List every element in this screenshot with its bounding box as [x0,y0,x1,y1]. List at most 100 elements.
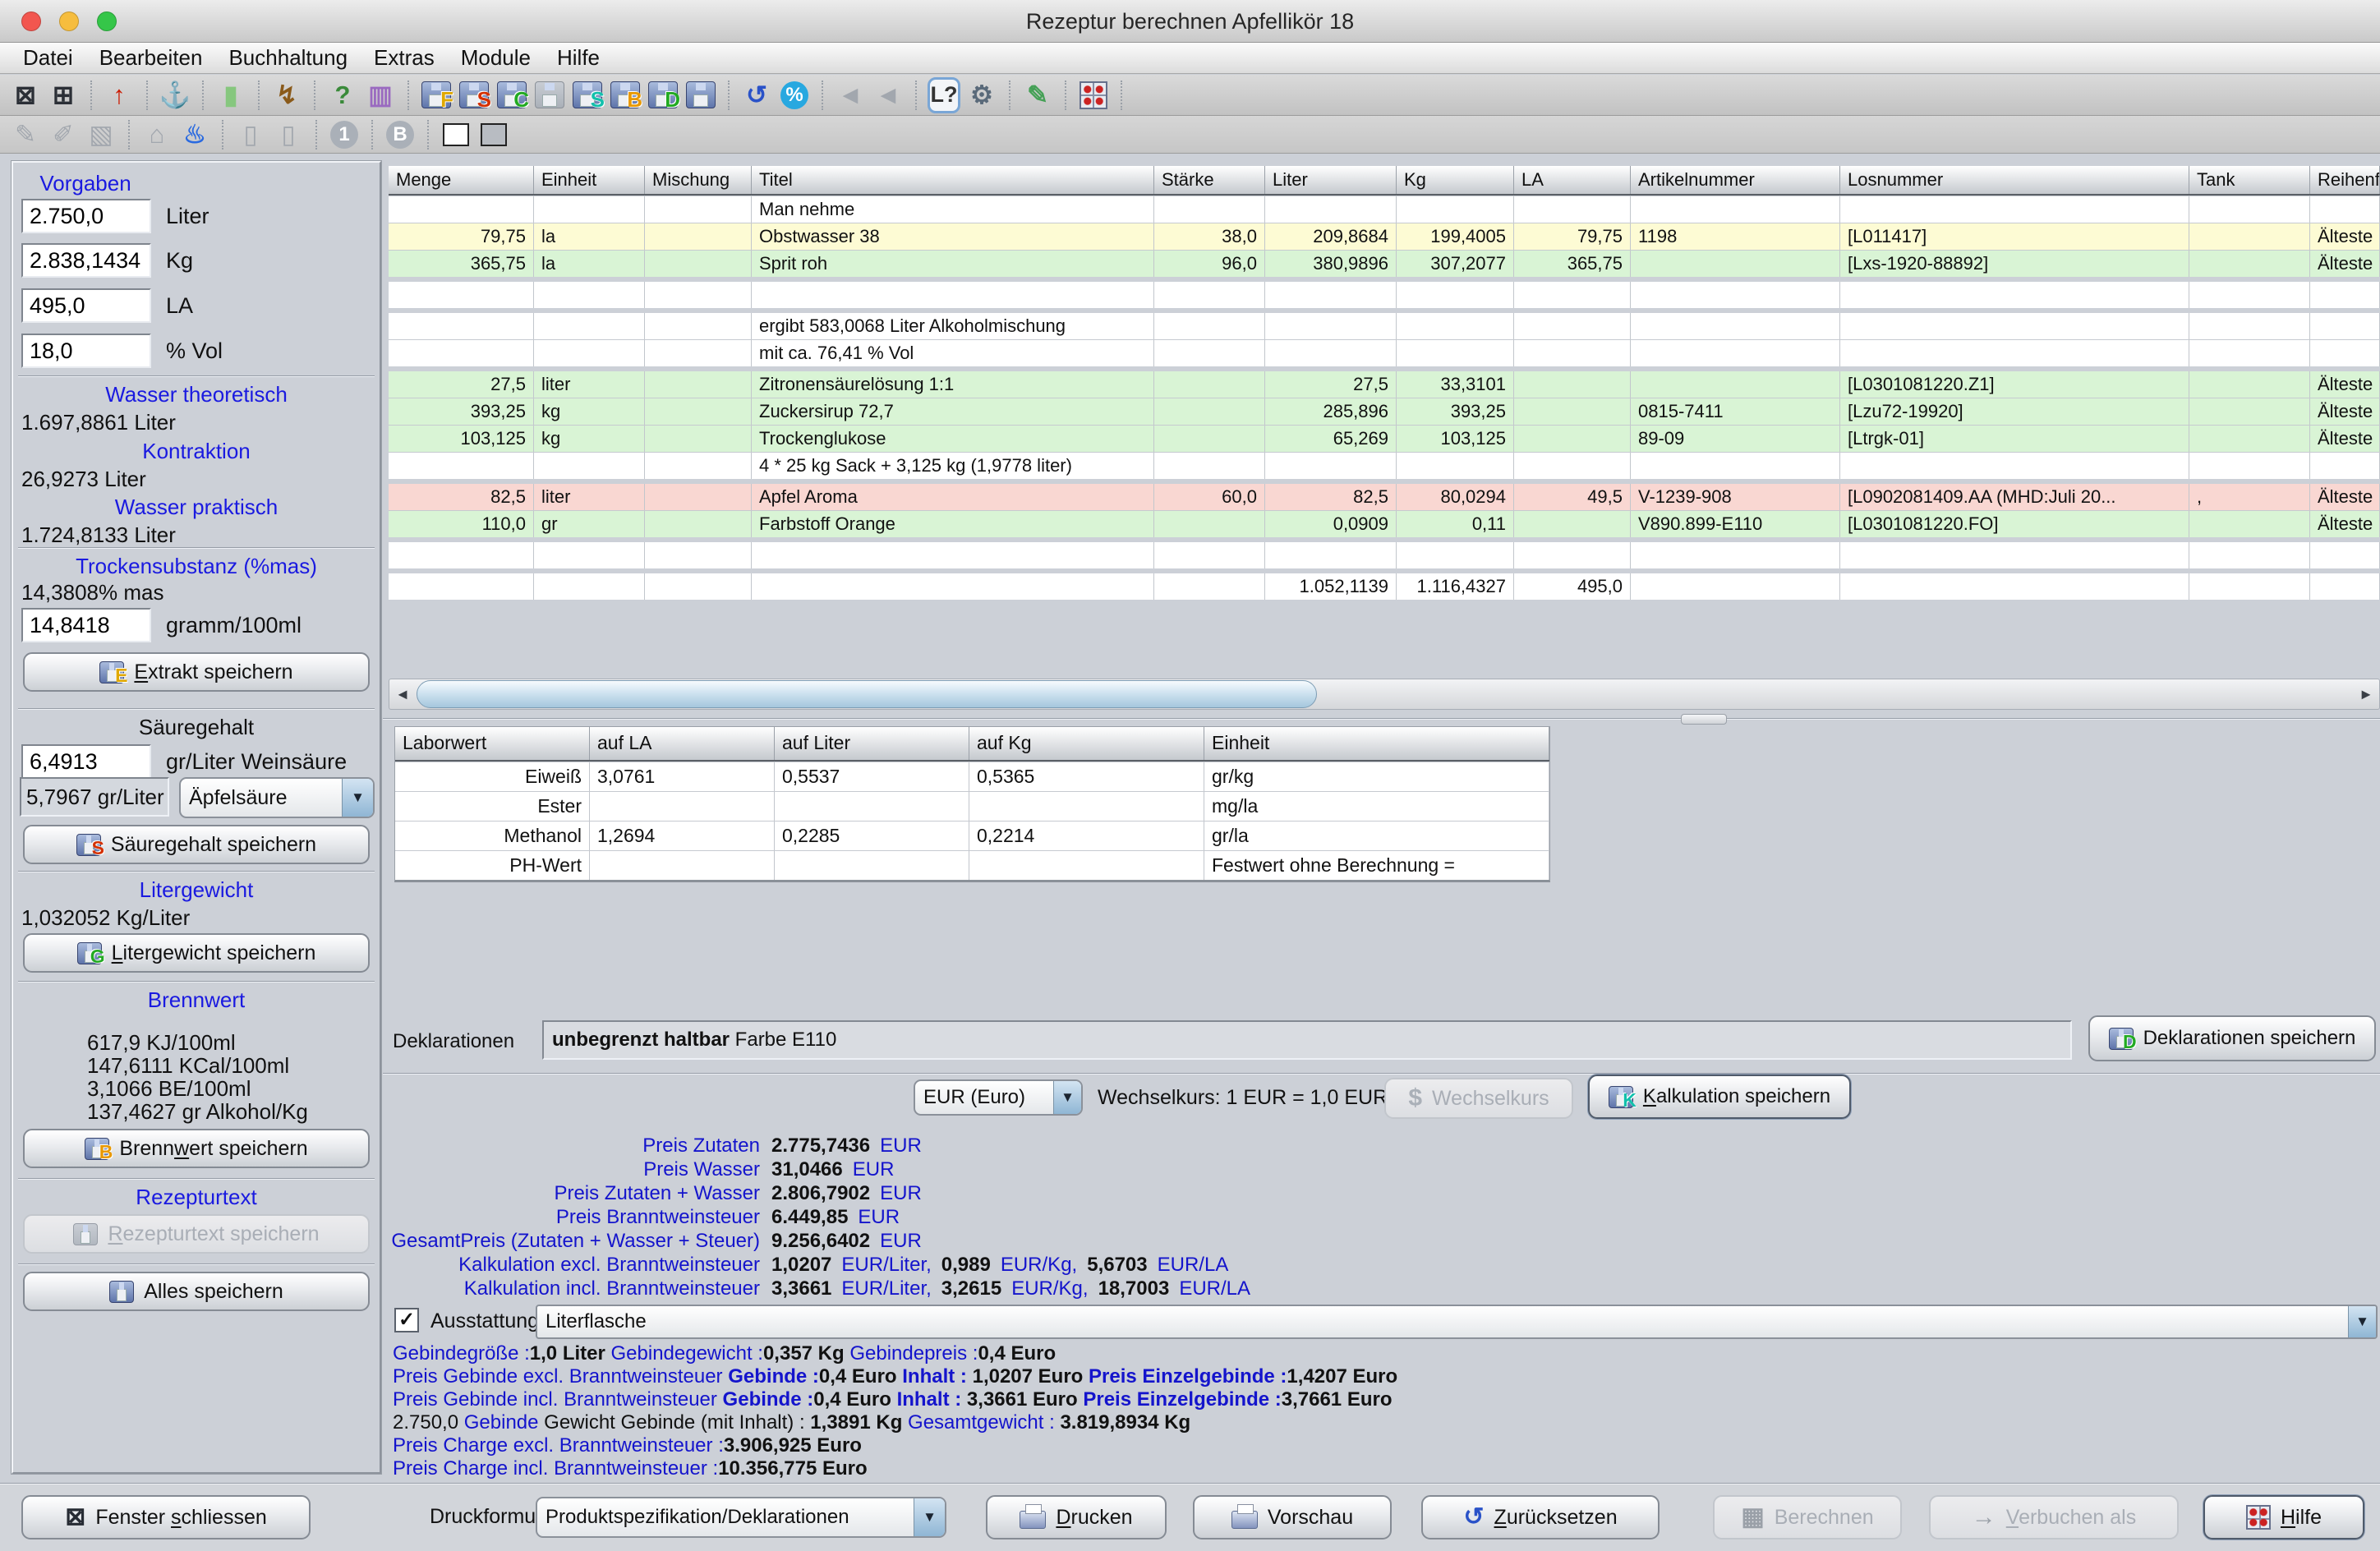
table-cell[interactable]: 110,0 [389,511,534,537]
drucken-button[interactable]: Drucken [986,1495,1167,1539]
table-cell[interactable] [1514,313,1631,339]
pencil-icon[interactable]: ✎ [7,117,44,152]
table-cell[interactable] [1265,196,1397,223]
table-cell[interactable] [2189,398,2310,425]
table-cell[interactable] [1154,511,1265,537]
table-cell[interactable] [1397,542,1514,568]
white-swatch-icon[interactable] [437,117,475,152]
table-cell[interactable]: 80,0294 [1397,484,1514,510]
table-cell[interactable] [969,851,1204,880]
factory-icon[interactable]: ⌂ [138,117,176,152]
table-cell[interactable]: 33,3101 [1397,371,1514,398]
table-cell[interactable]: [L0902081409.AA (MHD:Juli 20... [1840,484,2189,510]
table-cell[interactable] [1397,282,1514,308]
table-cell[interactable]: 49,5 [1514,484,1631,510]
circle-b-icon[interactable]: B [381,117,419,152]
table-cell[interactable] [1840,573,2189,600]
table-cell[interactable] [645,484,752,510]
table-row[interactable]: 82,5literApfel Aroma60,082,580,029449,5V… [389,479,2380,510]
table-cell[interactable] [1154,542,1265,568]
ausstattung-checkbox[interactable]: ✓ [394,1308,419,1332]
table-cell[interactable]: 393,25 [389,398,534,425]
table-cell[interactable] [1154,453,1265,479]
water-flame-icon[interactable]: ♨ [176,117,214,152]
column-header[interactable]: Mischung [645,166,752,194]
currency-select[interactable]: EUR (Euro) ▼ [914,1079,1083,1116]
weinsaeure-input[interactable] [21,744,151,779]
litergewicht-speichern-button[interactable]: G Litergewicht speichern [23,933,370,973]
import-arrow-icon[interactable]: ↑ [100,78,138,113]
table-cell[interactable]: Man nehme [752,196,1154,223]
save-c-green-icon[interactable]: C [493,78,531,113]
table-row[interactable]: Estermg/la [395,791,1549,821]
table-cell[interactable] [645,340,752,366]
save-s-red-icon[interactable]: S [455,78,493,113]
table-cell[interactable] [1631,573,1840,600]
pen-icon[interactable]: ✐ [44,117,82,152]
table-cell[interactable] [1514,196,1631,223]
table-row[interactable]: 27,5literZitronensäurelösung 1:127,533,3… [389,366,2380,398]
table-cell[interactable] [752,573,1154,600]
table-cell[interactable] [1154,371,1265,398]
test-tubes-icon[interactable]: ▥ [361,78,399,113]
table-cell[interactable]: 27,5 [389,371,534,398]
table-cell[interactable] [2310,340,2380,366]
column-header[interactable]: Einheit [534,166,645,194]
table-cell[interactable]: 365,75 [389,251,534,277]
table-cell[interactable]: mit ca. 76,41 % Vol [752,340,1154,366]
table-row[interactable]: 393,25kgZuckersirup 72,7285,896393,25081… [389,398,2380,425]
table-cell[interactable] [389,196,534,223]
barrel2-icon[interactable]: ▯ [269,117,307,152]
table-cell[interactable]: 1.116,4327 [1397,573,1514,600]
table-cell[interactable] [1840,453,2189,479]
table-cell[interactable]: Eiweiß [395,762,590,791]
table-cell[interactable] [389,340,534,366]
kalkulation-speichern-button[interactable]: K Kalkulation speichern [1588,1075,1851,1119]
column-header[interactable]: Laborwert [395,727,590,760]
table-cell[interactable] [645,511,752,537]
table-cell[interactable] [1265,313,1397,339]
table-cell[interactable]: 1.052,1139 [1265,573,1397,600]
table-cell[interactable] [534,313,645,339]
table-cell[interactable] [1840,196,2189,223]
chevron-down-icon[interactable]: ▼ [914,1498,945,1536]
table-cell[interactable] [645,542,752,568]
table-cell[interactable] [1514,282,1631,308]
zuruecksetzen-button[interactable]: ↺ Zurücksetzen [1421,1495,1660,1539]
table-cell[interactable]: 96,0 [1154,251,1265,277]
wrench-icon[interactable]: ⚙ [963,78,1001,113]
table-cell[interactable] [1631,313,1840,339]
table-cell[interactable]: 60,0 [1154,484,1265,510]
chevron-down-icon[interactable]: ▼ [2348,1306,2376,1337]
table-cell[interactable]: 0,2214 [969,822,1204,850]
table-cell[interactable]: liter [534,484,645,510]
saeure-select[interactable]: Äpfelsäure ▼ [179,777,375,818]
table-cell[interactable] [645,251,752,277]
table-cell[interactable] [389,313,534,339]
table-cell[interactable]: V890.899-E110 [1631,511,1840,537]
table-cell[interactable] [534,542,645,568]
table-cell[interactable] [389,573,534,600]
table-cell[interactable] [1631,453,1840,479]
percent-icon[interactable]: % [776,78,813,113]
table-cell[interactable]: 3,0761 [590,762,775,791]
table-cell[interactable]: 4 * 25 kg Sack + 3,125 kg (1,9778 liter) [752,453,1154,479]
chevron-down-icon[interactable]: ▼ [1053,1081,1081,1114]
table-cell[interactable]: liter [534,371,645,398]
table-cell[interactable]: Älteste L [2310,426,2380,452]
table-cell[interactable]: 285,896 [1265,398,1397,425]
table-cell[interactable]: 1198 [1631,223,1840,250]
table-cell[interactable] [2189,313,2310,339]
edit-question-icon[interactable]: ? [324,78,361,113]
table-cell[interactable]: 27,5 [1265,371,1397,398]
table-cell[interactable]: , [2189,484,2310,510]
table-cell[interactable] [1631,542,1840,568]
table-cell[interactable] [534,196,645,223]
column-header[interactable]: Menge [389,166,534,194]
table-cell[interactable]: 365,75 [1514,251,1631,277]
table-cell[interactable] [645,223,752,250]
table-cell[interactable]: 0,0909 [1265,511,1397,537]
table-cell[interactable] [1840,282,2189,308]
brush-icon[interactable]: ▧ [82,117,120,152]
table-cell[interactable]: [L0301081220.FO] [1840,511,2189,537]
